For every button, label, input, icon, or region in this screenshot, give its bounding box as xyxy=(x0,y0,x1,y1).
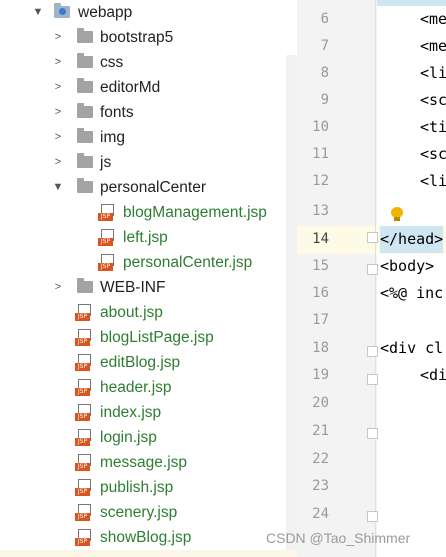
jsp-file-icon: JSP xyxy=(98,229,114,246)
jsp-file-icon: JSP xyxy=(75,304,91,321)
tree-label: bootstrap5 xyxy=(100,29,174,46)
jsp-file-icon: JSP xyxy=(75,329,91,346)
project-tree: ▼ webapp > bootstrap5 > css > editorMd >… xyxy=(0,0,297,557)
code-line: <li xyxy=(420,64,446,82)
jsp-file-icon: JSP xyxy=(98,204,114,221)
tree-label: showBlog.jsp xyxy=(100,529,192,546)
folder-icon xyxy=(77,178,93,193)
tree-scrollbar[interactable] xyxy=(286,55,297,557)
fold-marker-icon[interactable] xyxy=(367,232,378,243)
line-number: 12 xyxy=(312,173,329,189)
jsp-file-icon: JSP xyxy=(75,354,91,371)
folder-icon xyxy=(77,103,93,118)
chevron-right-icon[interactable]: > xyxy=(52,100,64,125)
line-number: 24 xyxy=(312,506,329,522)
jsp-file-icon: JSP xyxy=(75,379,91,396)
tree-label: scenery.jsp xyxy=(100,504,178,521)
watermark: CSDN @Tao_Shimmer xyxy=(266,530,411,546)
fold-marker-icon[interactable] xyxy=(367,511,378,522)
chevron-right-icon[interactable]: > xyxy=(52,75,64,100)
code-line: <body> xyxy=(380,257,435,275)
tree-label: img xyxy=(100,129,125,146)
tree-label: blogManagement.jsp xyxy=(123,204,267,221)
jsp-file-icon: JSP xyxy=(75,504,91,521)
line-number: 6 xyxy=(320,11,329,27)
folder-icon xyxy=(77,278,93,293)
line-number: 19 xyxy=(312,367,329,383)
line-number: 23 xyxy=(312,478,329,494)
chevron-right-icon[interactable]: > xyxy=(52,275,64,300)
folder-icon xyxy=(77,28,93,43)
line-number: 14 xyxy=(312,231,329,247)
jsp-file-icon: JSP xyxy=(75,529,91,546)
jsp-file-icon: JSP xyxy=(75,454,91,471)
gutter-divider xyxy=(375,0,376,557)
tree-label: index.jsp xyxy=(100,404,162,421)
line-number: 11 xyxy=(312,146,329,162)
jsp-file-icon: JSP xyxy=(98,254,114,271)
line-number: 10 xyxy=(312,119,329,135)
chevron-right-icon[interactable]: > xyxy=(52,50,64,75)
fold-marker-icon[interactable] xyxy=(367,374,378,385)
tree-label: css xyxy=(100,54,124,71)
tree-label: header.jsp xyxy=(100,379,172,396)
chevron-right-icon[interactable]: > xyxy=(52,150,64,175)
tree-label: editBlog.jsp xyxy=(100,354,181,371)
chevron-down-icon[interactable]: ▼ xyxy=(32,0,44,25)
code-line: </head> xyxy=(380,226,444,253)
tree-label: personalCenter.jsp xyxy=(123,254,253,271)
code-line: <li xyxy=(420,172,446,190)
jsp-file-icon: JSP xyxy=(75,429,91,446)
tree-label: login.jsp xyxy=(100,429,157,446)
tree-label: fonts xyxy=(100,104,134,121)
line-number: 13 xyxy=(312,203,329,219)
tree-label: WEB-INF xyxy=(100,279,166,296)
status-strip xyxy=(0,550,297,557)
line-number: 22 xyxy=(312,451,329,467)
line-number: 9 xyxy=(320,92,329,108)
code-line: <sc xyxy=(420,91,446,109)
folder-icon xyxy=(77,53,93,68)
tree-label: js xyxy=(100,154,112,171)
line-number: 16 xyxy=(312,285,329,301)
folder-icon xyxy=(77,153,93,168)
code-line: <me xyxy=(420,37,446,55)
fold-marker-icon[interactable] xyxy=(367,346,378,357)
folder-icon xyxy=(77,128,93,143)
tree-label: about.jsp xyxy=(100,304,163,321)
jsp-file-icon: JSP xyxy=(75,479,91,496)
line-number: 8 xyxy=(320,65,329,81)
folder-icon xyxy=(77,78,93,93)
code-line: <di xyxy=(420,366,446,384)
line-number: 21 xyxy=(312,423,329,439)
code-line: <me xyxy=(420,10,446,28)
line-number: 17 xyxy=(312,312,329,328)
fold-marker-icon[interactable] xyxy=(367,264,378,275)
fold-marker-icon[interactable] xyxy=(367,428,378,439)
chevron-right-icon[interactable]: > xyxy=(52,25,64,50)
chevron-right-icon[interactable]: > xyxy=(52,125,64,150)
web-folder-icon xyxy=(54,3,70,18)
chevron-down-icon[interactable]: ▼ xyxy=(52,175,64,200)
tree-label: personalCenter xyxy=(100,179,206,196)
line-number: 20 xyxy=(312,395,329,411)
tree-label: publish.jsp xyxy=(100,479,174,496)
tree-label: blogListPage.jsp xyxy=(100,329,214,346)
code-line: <div cl xyxy=(380,339,444,357)
code-line: <%@ inc xyxy=(380,284,444,302)
tree-label-webapp: webapp xyxy=(78,4,133,21)
jsp-file-icon: JSP xyxy=(75,404,91,421)
code-line: <ti xyxy=(420,118,446,136)
lightbulb-icon[interactable] xyxy=(391,207,403,221)
tree-label: editorMd xyxy=(100,79,161,96)
line-number: 7 xyxy=(320,38,329,54)
line-number: 18 xyxy=(312,340,329,356)
code-editor[interactable]: 6 7 8 9 10 11 12 13 14 15 16 17 18 19 20… xyxy=(297,0,446,557)
tree-label: left.jsp xyxy=(123,229,168,246)
code-line: <sc xyxy=(420,145,446,163)
tree-label: message.jsp xyxy=(100,454,188,471)
line-number: 15 xyxy=(312,258,329,274)
